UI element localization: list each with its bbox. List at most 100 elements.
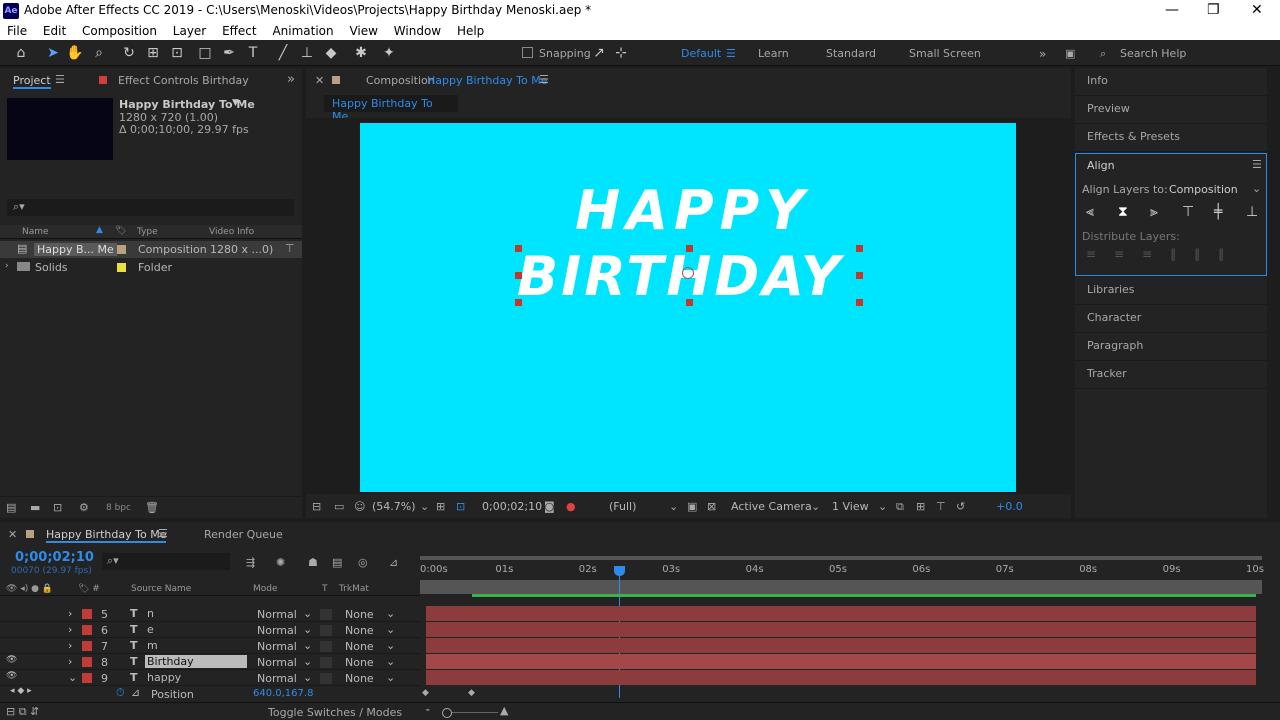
- panel-overflow-icon[interactable]: »: [287, 72, 295, 87]
- panel-libraries[interactable]: Libraries: [1075, 277, 1267, 305]
- workspace-menu-icon[interactable]: ☰: [726, 47, 736, 60]
- align-left-icon[interactable]: ⫷: [1086, 204, 1094, 220]
- preserve-transparency-toggle[interactable]: [320, 625, 332, 636]
- roto-brush-tool-icon[interactable]: ✱: [352, 44, 370, 62]
- zoom-in-icon[interactable]: ▲: [500, 704, 508, 717]
- region-of-interest-icon[interactable]: ▣: [687, 500, 697, 513]
- time-navigator[interactable]: [420, 580, 1262, 594]
- menu-file[interactable]: File: [7, 22, 27, 38]
- bbox-handle[interactable]: [515, 245, 522, 252]
- new-folder-icon[interactable]: ▬: [30, 501, 40, 514]
- hand-tool-icon[interactable]: ✋: [66, 44, 84, 62]
- color-channel-icon[interactable]: ●: [566, 500, 576, 513]
- text-birthday[interactable]: BIRTHDAY: [517, 245, 843, 308]
- layer-duration-bar[interactable]: [426, 622, 1256, 637]
- camera-tool-icon[interactable]: ⊞: [144, 44, 162, 62]
- menu-help[interactable]: Help: [457, 22, 484, 38]
- track-matte-dropdown[interactable]: None: [345, 656, 374, 669]
- track-matte-dropdown[interactable]: None: [345, 640, 374, 653]
- workspace-small-screen[interactable]: Small Screen: [909, 47, 981, 60]
- track-matte-dropdown[interactable]: None: [345, 672, 374, 685]
- label-swatch[interactable]: [82, 657, 92, 667]
- comp-dropdown-icon[interactable]: ▼: [232, 98, 239, 108]
- motion-blur-icon[interactable]: ◎: [358, 556, 368, 569]
- align-bottom-icon[interactable]: ⊥: [1246, 204, 1258, 220]
- blend-mode-dropdown[interactable]: Normal: [257, 656, 297, 669]
- layer-switches-icon[interactable]: ⊟ ⧉ ⇵: [6, 705, 39, 719]
- always-preview-icon[interactable]: ⊟: [312, 500, 321, 513]
- menu-view[interactable]: View: [349, 22, 377, 38]
- toggle-transparency-grid-icon[interactable]: ⊠: [707, 500, 716, 513]
- project-item-comp[interactable]: ▤ Happy B... Me Composition 1280 x ...0)…: [0, 241, 302, 258]
- label-swatch[interactable]: [82, 609, 92, 619]
- layer-duration-bar[interactable]: [426, 670, 1256, 685]
- toggle-switches-label[interactable]: Toggle Switches / Modes: [268, 706, 402, 719]
- fast-previews-icon[interactable]: ⊞: [916, 500, 925, 513]
- label-swatch[interactable]: [82, 625, 92, 635]
- bpc-label[interactable]: 8 bpc: [106, 503, 131, 513]
- current-time[interactable]: 0;00;02;10: [482, 500, 542, 513]
- flowchart-icon[interactable]: ⊤: [936, 500, 946, 513]
- visibility-icon[interactable]: 👁: [6, 655, 17, 665]
- workspace-learn[interactable]: Learn: [758, 47, 789, 60]
- project-menu-icon[interactable]: ☰: [55, 73, 65, 86]
- col-source-name[interactable]: Source Name: [131, 584, 191, 594]
- bbox-handle[interactable]: [856, 272, 863, 279]
- text-happy[interactable]: HAPPY: [575, 179, 810, 242]
- layer-row[interactable]: › 7 Tm Normal ⌄ None ⌄: [0, 638, 420, 654]
- col-mode[interactable]: Mode: [253, 584, 278, 594]
- mask-icon[interactable]: ☺: [354, 500, 365, 513]
- label-swatch[interactable]: [82, 673, 92, 683]
- menu-window[interactable]: Window: [394, 22, 441, 38]
- tab-project[interactable]: Project: [13, 74, 51, 89]
- zoom-tool-icon[interactable]: ⌕: [90, 44, 108, 62]
- layer-row[interactable]: › 6 Te Normal ⌄ None ⌄: [0, 622, 420, 638]
- snap-features-icon[interactable]: ⊹: [612, 44, 630, 62]
- home-icon[interactable]: ⌂: [12, 44, 30, 62]
- sort-asc-icon[interactable]: ▲: [96, 225, 103, 235]
- layer-duration-bar[interactable]: [426, 606, 1256, 621]
- tab-render-queue[interactable]: Render Queue: [204, 528, 283, 541]
- selection-tool-icon[interactable]: ➤: [44, 44, 62, 62]
- preserve-transparency-toggle[interactable]: [320, 657, 332, 668]
- grid-icon[interactable]: ⊞: [436, 500, 445, 513]
- exposure-value[interactable]: +0.0: [996, 500, 1023, 513]
- col-name[interactable]: Name: [22, 227, 49, 237]
- project-item-solids[interactable]: › Solids Folder: [0, 259, 302, 276]
- pan-behind-tool-icon[interactable]: ⊡: [168, 44, 186, 62]
- minimize-icon[interactable]: —: [1165, 2, 1179, 18]
- rotate-tool-icon[interactable]: ↻: [120, 44, 138, 62]
- expand-icon[interactable]: ›: [68, 623, 72, 636]
- timeline-timecode[interactable]: 0;00;02;10: [15, 550, 94, 565]
- comp-mini-flowchart-icon[interactable]: ⇶: [246, 556, 255, 569]
- blend-mode-dropdown[interactable]: Normal: [257, 672, 297, 685]
- close-tab-icon[interactable]: ✕: [8, 528, 17, 541]
- settings-icon[interactable]: ⚙: [79, 501, 89, 514]
- camera-dropdown[interactable]: Active Camera: [731, 500, 812, 513]
- search-help-input[interactable]: Search Help: [1120, 47, 1186, 60]
- align-right-icon[interactable]: ⫸: [1150, 204, 1158, 220]
- close-tab-icon[interactable]: ✕: [315, 74, 324, 87]
- bbox-handle[interactable]: [686, 245, 693, 252]
- zoom-slider-handle[interactable]: [442, 708, 452, 718]
- expand-icon[interactable]: ⌄: [68, 671, 77, 684]
- draft-3d-icon[interactable]: ✺: [276, 556, 285, 569]
- layer-duration-bar[interactable]: [426, 654, 1256, 669]
- col-t[interactable]: T: [322, 584, 328, 594]
- comp-menu-icon[interactable]: ☰: [539, 73, 549, 86]
- comp-tab-name[interactable]: Happy Birthday To Me: [427, 74, 547, 87]
- reset-exposure-icon[interactable]: ↺: [956, 500, 965, 513]
- rectangle-tool-icon[interactable]: □: [196, 44, 214, 62]
- track-matte-dropdown[interactable]: None: [345, 608, 374, 621]
- snapshot-icon[interactable]: ◙: [544, 500, 555, 513]
- layer-row[interactable]: 👁 ⌄ 9 Thappy Normal ⌄ None ⌄: [0, 670, 420, 686]
- panel-preview[interactable]: Preview: [1075, 96, 1267, 124]
- graph-editor-icon[interactable]: ⊿: [389, 556, 398, 569]
- project-search-input[interactable]: ⌕▾: [7, 199, 294, 216]
- resolution-dropdown[interactable]: (Full): [609, 500, 636, 513]
- anchor-point-icon[interactable]: [682, 267, 694, 279]
- preserve-transparency-toggle[interactable]: [320, 673, 332, 684]
- align-to-dropdown[interactable]: Composition: [1169, 183, 1238, 196]
- new-comp-icon[interactable]: ⊡: [53, 501, 62, 514]
- sync-settings-icon[interactable]: ▣: [1065, 47, 1075, 60]
